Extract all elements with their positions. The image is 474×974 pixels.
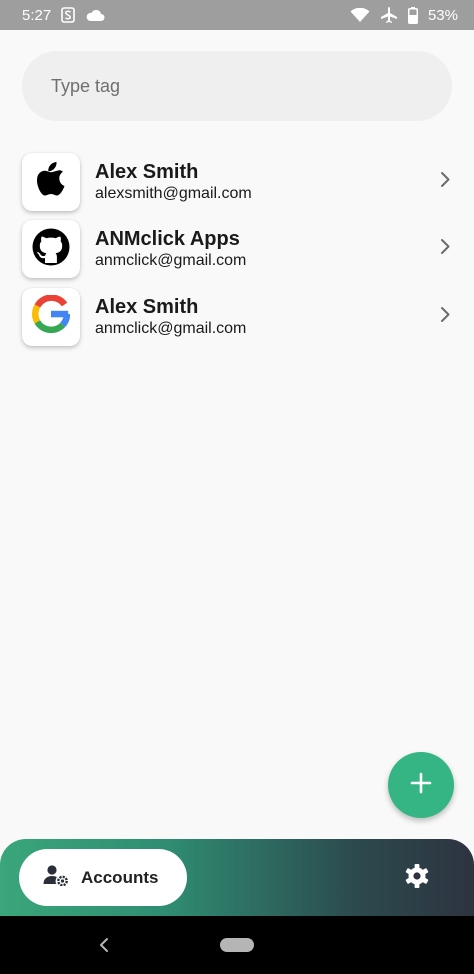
github-icon xyxy=(32,228,70,271)
add-account-button[interactable] xyxy=(388,752,454,818)
chevron-right-icon xyxy=(440,306,450,327)
account-logo xyxy=(22,287,80,346)
cloud-icon xyxy=(85,9,105,22)
settings-button[interactable] xyxy=(403,863,431,894)
account-logo xyxy=(22,152,80,211)
account-name: Alex Smith xyxy=(95,160,199,183)
battery-percent: 53% xyxy=(427,6,458,24)
chevron-right-icon xyxy=(440,239,450,260)
account-list: Alex Smith alexsmith@gmail.com ANMclick … xyxy=(0,148,474,351)
account-item-google[interactable]: Alex Smith anmclick@gmail.com xyxy=(0,283,474,351)
user-gear-icon xyxy=(43,864,69,891)
nav-accounts-label: Accounts xyxy=(81,867,159,887)
nav-accounts-tab[interactable]: Accounts xyxy=(19,849,187,906)
system-nav-bar xyxy=(0,916,474,974)
account-name: ANMclick Apps xyxy=(95,228,240,251)
bottom-nav: Accounts xyxy=(0,839,474,916)
airplane-icon xyxy=(380,6,398,24)
google-icon xyxy=(32,294,71,338)
account-email: alexsmith@gmail.com xyxy=(95,184,252,202)
status-bar: 5:27 53% xyxy=(0,0,474,30)
search-input[interactable] xyxy=(51,75,411,97)
apple-icon xyxy=(35,161,67,202)
sim-s-icon xyxy=(61,7,76,23)
status-time: 5:27 xyxy=(22,6,52,24)
plus-icon xyxy=(410,772,432,799)
wifi-icon xyxy=(350,7,370,23)
home-pill[interactable] xyxy=(220,938,254,952)
search-bar[interactable] xyxy=(22,51,452,121)
account-item-github[interactable]: ANMclick Apps anmclick@gmail.com xyxy=(0,216,474,284)
back-icon[interactable] xyxy=(98,937,110,958)
battery-icon xyxy=(407,6,418,24)
gear-icon xyxy=(404,863,430,894)
account-item-apple[interactable]: Alex Smith alexsmith@gmail.com xyxy=(0,148,474,216)
account-logo xyxy=(22,220,80,279)
account-name: Alex Smith xyxy=(95,295,199,318)
account-email: anmclick@gmail.com xyxy=(95,252,247,270)
chevron-right-icon xyxy=(440,171,450,192)
account-email: anmclick@gmail.com xyxy=(95,319,247,337)
